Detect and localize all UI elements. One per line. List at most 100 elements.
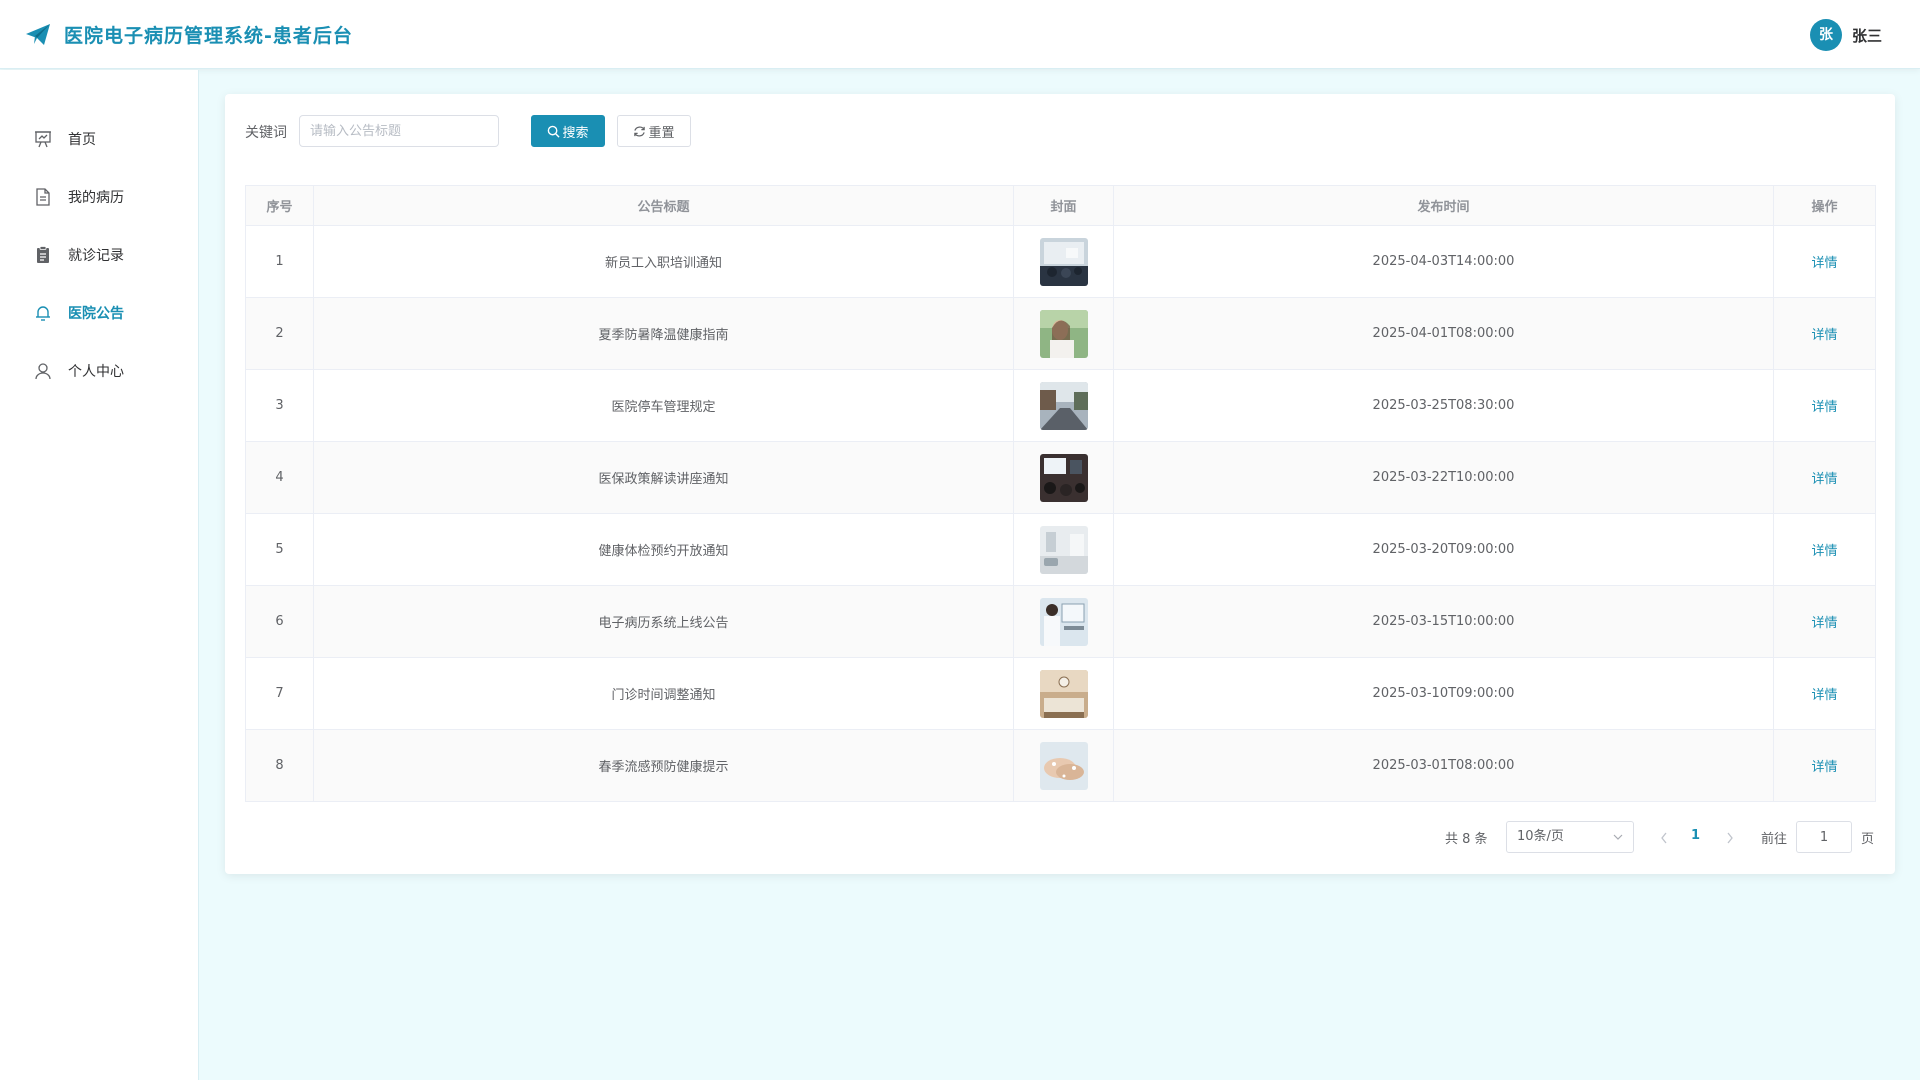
row-index: 8 bbox=[245, 729, 314, 802]
cover-image[interactable] bbox=[1039, 525, 1088, 574]
column-header-title: 公告标题 bbox=[313, 185, 1014, 226]
detail-link[interactable]: 详情 bbox=[1811, 256, 1837, 271]
row-cover bbox=[1013, 225, 1114, 298]
sidebar-item-profile[interactable]: 个人中心 bbox=[0, 348, 198, 394]
avatar[interactable]: 张 bbox=[1810, 19, 1842, 51]
search-icon bbox=[548, 125, 561, 138]
detail-link[interactable]: 详情 bbox=[1811, 616, 1837, 631]
refresh-icon bbox=[634, 125, 646, 137]
row-index: 3 bbox=[245, 369, 314, 442]
detail-link[interactable]: 详情 bbox=[1811, 760, 1837, 775]
clipboard-icon bbox=[37, 246, 49, 263]
column-header-index: 序号 bbox=[245, 185, 314, 226]
row-action: 详情 bbox=[1773, 441, 1876, 514]
row-title: 医院停车管理规定 bbox=[313, 369, 1014, 442]
row-time: 2025-03-10T09:00:00 bbox=[1113, 657, 1774, 730]
table-row: 6 电子病历系统上线公告 2025-03-15T10:00:00 详情 bbox=[245, 585, 1876, 658]
page-number-current[interactable]: 1 bbox=[1691, 828, 1700, 860]
detail-link[interactable]: 详情 bbox=[1811, 688, 1837, 703]
row-index: 7 bbox=[245, 657, 314, 730]
page-size-select[interactable]: 10条/页 bbox=[1506, 821, 1634, 853]
detail-link[interactable]: 详情 bbox=[1811, 544, 1837, 559]
row-title: 医保政策解读讲座通知 bbox=[313, 441, 1014, 514]
sidebar-item-label: 个人中心 bbox=[68, 364, 124, 380]
row-time: 2025-03-20T09:00:00 bbox=[1113, 513, 1774, 586]
sidebar-item-announcements[interactable]: 医院公告 bbox=[0, 290, 198, 336]
reset-button-label: 重置 bbox=[648, 125, 675, 141]
search-input[interactable] bbox=[299, 115, 499, 147]
cover-image[interactable] bbox=[1039, 309, 1088, 358]
table-row: 8 春季流感预防健康提示 2025-03-01T08:00:00 详情 bbox=[245, 729, 1876, 802]
user-icon bbox=[35, 363, 51, 380]
pagination-total: 共 8 条 bbox=[1445, 832, 1488, 847]
announcement-card: 关键词 搜索 重置 序号 公告标题 封面 发布时间 操作 bbox=[225, 94, 1895, 874]
username[interactable]: 张三 bbox=[1852, 25, 1882, 46]
row-action: 详情 bbox=[1773, 657, 1876, 730]
row-time: 2025-04-03T14:00:00 bbox=[1113, 225, 1774, 298]
row-cover bbox=[1013, 729, 1114, 802]
row-cover bbox=[1013, 585, 1114, 658]
column-header-time: 发布时间 bbox=[1113, 185, 1774, 226]
row-index: 2 bbox=[245, 297, 314, 370]
column-header-cover: 封面 bbox=[1013, 185, 1114, 226]
sidebar-item-my-records[interactable]: 我的病历 bbox=[0, 174, 198, 220]
sidebar-item-visit-records[interactable]: 就诊记录 bbox=[0, 232, 198, 278]
cover-image[interactable] bbox=[1039, 381, 1088, 430]
reset-button[interactable]: 重置 bbox=[617, 115, 691, 147]
table-row: 5 健康体检预约开放通知 2025-03-20T09:00:00 详情 bbox=[245, 513, 1876, 586]
search-button[interactable]: 搜索 bbox=[531, 115, 605, 147]
cover-image[interactable] bbox=[1039, 597, 1088, 646]
row-cover bbox=[1013, 441, 1114, 514]
sidebar: 首页 我的病历 就诊记录 医院公告 个人中心 bbox=[0, 70, 199, 1080]
keyword-label: 关键词 bbox=[245, 125, 287, 141]
column-header-action: 操作 bbox=[1773, 185, 1876, 226]
chevron-down-icon bbox=[1613, 834, 1623, 840]
cover-image[interactable] bbox=[1039, 237, 1088, 286]
sidebar-item-home[interactable]: 首页 bbox=[0, 116, 198, 162]
detail-link[interactable]: 详情 bbox=[1811, 400, 1837, 415]
row-cover bbox=[1013, 297, 1114, 370]
row-time: 2025-03-22T10:00:00 bbox=[1113, 441, 1774, 514]
row-index: 5 bbox=[245, 513, 314, 586]
table-row: 2 夏季防暑降温健康指南 2025-04-01T08:00:00 详情 bbox=[245, 297, 1876, 370]
chevron-right-icon[interactable] bbox=[1725, 831, 1735, 845]
row-cover bbox=[1013, 369, 1114, 442]
row-title: 春季流感预防健康提示 bbox=[313, 729, 1014, 802]
row-time: 2025-03-25T08:30:00 bbox=[1113, 369, 1774, 442]
row-action: 详情 bbox=[1773, 297, 1876, 370]
search-button-label: 搜索 bbox=[562, 125, 589, 141]
row-action: 详情 bbox=[1773, 585, 1876, 658]
detail-link[interactable]: 详情 bbox=[1811, 472, 1837, 487]
row-action: 详情 bbox=[1773, 369, 1876, 442]
row-action: 详情 bbox=[1773, 729, 1876, 802]
sidebar-item-label: 就诊记录 bbox=[68, 248, 124, 264]
row-time: 2025-03-01T08:00:00 bbox=[1113, 729, 1774, 802]
row-time: 2025-04-01T08:00:00 bbox=[1113, 297, 1774, 370]
row-cover bbox=[1013, 513, 1114, 586]
row-time: 2025-03-15T10:00:00 bbox=[1113, 585, 1774, 658]
bell-icon bbox=[36, 306, 50, 321]
row-index: 1 bbox=[245, 225, 314, 298]
chevron-left-icon[interactable] bbox=[1659, 831, 1669, 845]
row-title: 门诊时间调整通知 bbox=[313, 657, 1014, 730]
row-title: 健康体检预约开放通知 bbox=[313, 513, 1014, 586]
row-index: 4 bbox=[245, 441, 314, 514]
row-action: 详情 bbox=[1773, 225, 1876, 298]
cover-image[interactable] bbox=[1039, 741, 1088, 790]
presentation-chart-icon bbox=[35, 131, 51, 148]
sidebar-item-label: 医院公告 bbox=[68, 306, 124, 322]
table-row: 3 医院停车管理规定 2025-03-25T08:30:00 详情 bbox=[245, 369, 1876, 442]
row-title: 新员工入职培训通知 bbox=[313, 225, 1014, 298]
row-title: 电子病历系统上线公告 bbox=[313, 585, 1014, 658]
document-icon bbox=[36, 188, 50, 206]
cover-image[interactable] bbox=[1039, 669, 1088, 718]
goto-page-input[interactable] bbox=[1796, 821, 1852, 853]
row-index: 6 bbox=[245, 585, 314, 658]
page-unit-label: 页 bbox=[1861, 832, 1875, 847]
row-title: 夏季防暑降温健康指南 bbox=[313, 297, 1014, 370]
table-row: 7 门诊时间调整通知 2025-03-10T09:00:00 详情 bbox=[245, 657, 1876, 730]
row-action: 详情 bbox=[1773, 513, 1876, 586]
sidebar-item-label: 我的病历 bbox=[68, 190, 124, 206]
cover-image[interactable] bbox=[1039, 453, 1088, 502]
detail-link[interactable]: 详情 bbox=[1811, 328, 1837, 343]
